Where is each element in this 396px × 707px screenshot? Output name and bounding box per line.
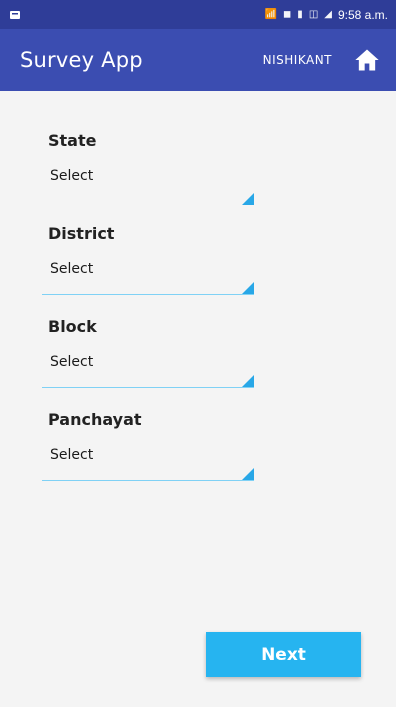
state-label: State bbox=[48, 131, 97, 150]
block-field[interactable]: Block Select bbox=[42, 317, 254, 393]
app-bar: Survey App NISHIKANT bbox=[0, 29, 396, 91]
dropdown-triangle-icon bbox=[242, 375, 254, 387]
block-label: Block bbox=[48, 317, 97, 336]
signal-icon: ◢ bbox=[324, 9, 332, 20]
form-container: State Select District Select Block Selec… bbox=[0, 91, 396, 707]
home-icon[interactable] bbox=[352, 46, 382, 74]
wifi-icon: 📶 bbox=[264, 9, 277, 20]
district-label: District bbox=[48, 224, 115, 243]
panchayat-label: Panchayat bbox=[48, 410, 142, 429]
dropdown-triangle-icon bbox=[242, 193, 254, 205]
state-select[interactable]: Select bbox=[50, 168, 254, 184]
district-field[interactable]: District Select bbox=[42, 224, 254, 300]
status-icons: 📶 ◼ ▮ ◫ ◢ 9:58 a.m. bbox=[265, 8, 388, 22]
status-time: 9:58 a.m. bbox=[337, 7, 388, 22]
block-select[interactable]: Select bbox=[50, 354, 254, 370]
panchayat-field[interactable]: Panchayat Select bbox=[42, 410, 254, 486]
panchayat-select[interactable]: Select bbox=[50, 447, 254, 463]
status-bar: 📶 ◼ ▮ ◫ ◢ 9:58 a.m. bbox=[0, 0, 396, 29]
volte-icon: ◼ bbox=[282, 9, 292, 20]
dropdown-triangle-icon bbox=[242, 282, 254, 294]
dropdown-triangle-icon bbox=[242, 468, 254, 480]
next-button[interactable]: Next bbox=[206, 632, 361, 677]
notification-icon bbox=[8, 9, 22, 21]
block-underline bbox=[42, 387, 254, 388]
username: NISHIKANT bbox=[262, 53, 332, 67]
lte-icon: ◫ bbox=[308, 9, 319, 20]
app-title: Survey App bbox=[20, 48, 143, 72]
battery-icon: ▮ bbox=[297, 9, 303, 20]
state-field[interactable]: State Select bbox=[42, 131, 254, 207]
district-underline bbox=[42, 294, 254, 295]
district-select[interactable]: Select bbox=[50, 261, 254, 277]
panchayat-underline bbox=[42, 480, 254, 481]
